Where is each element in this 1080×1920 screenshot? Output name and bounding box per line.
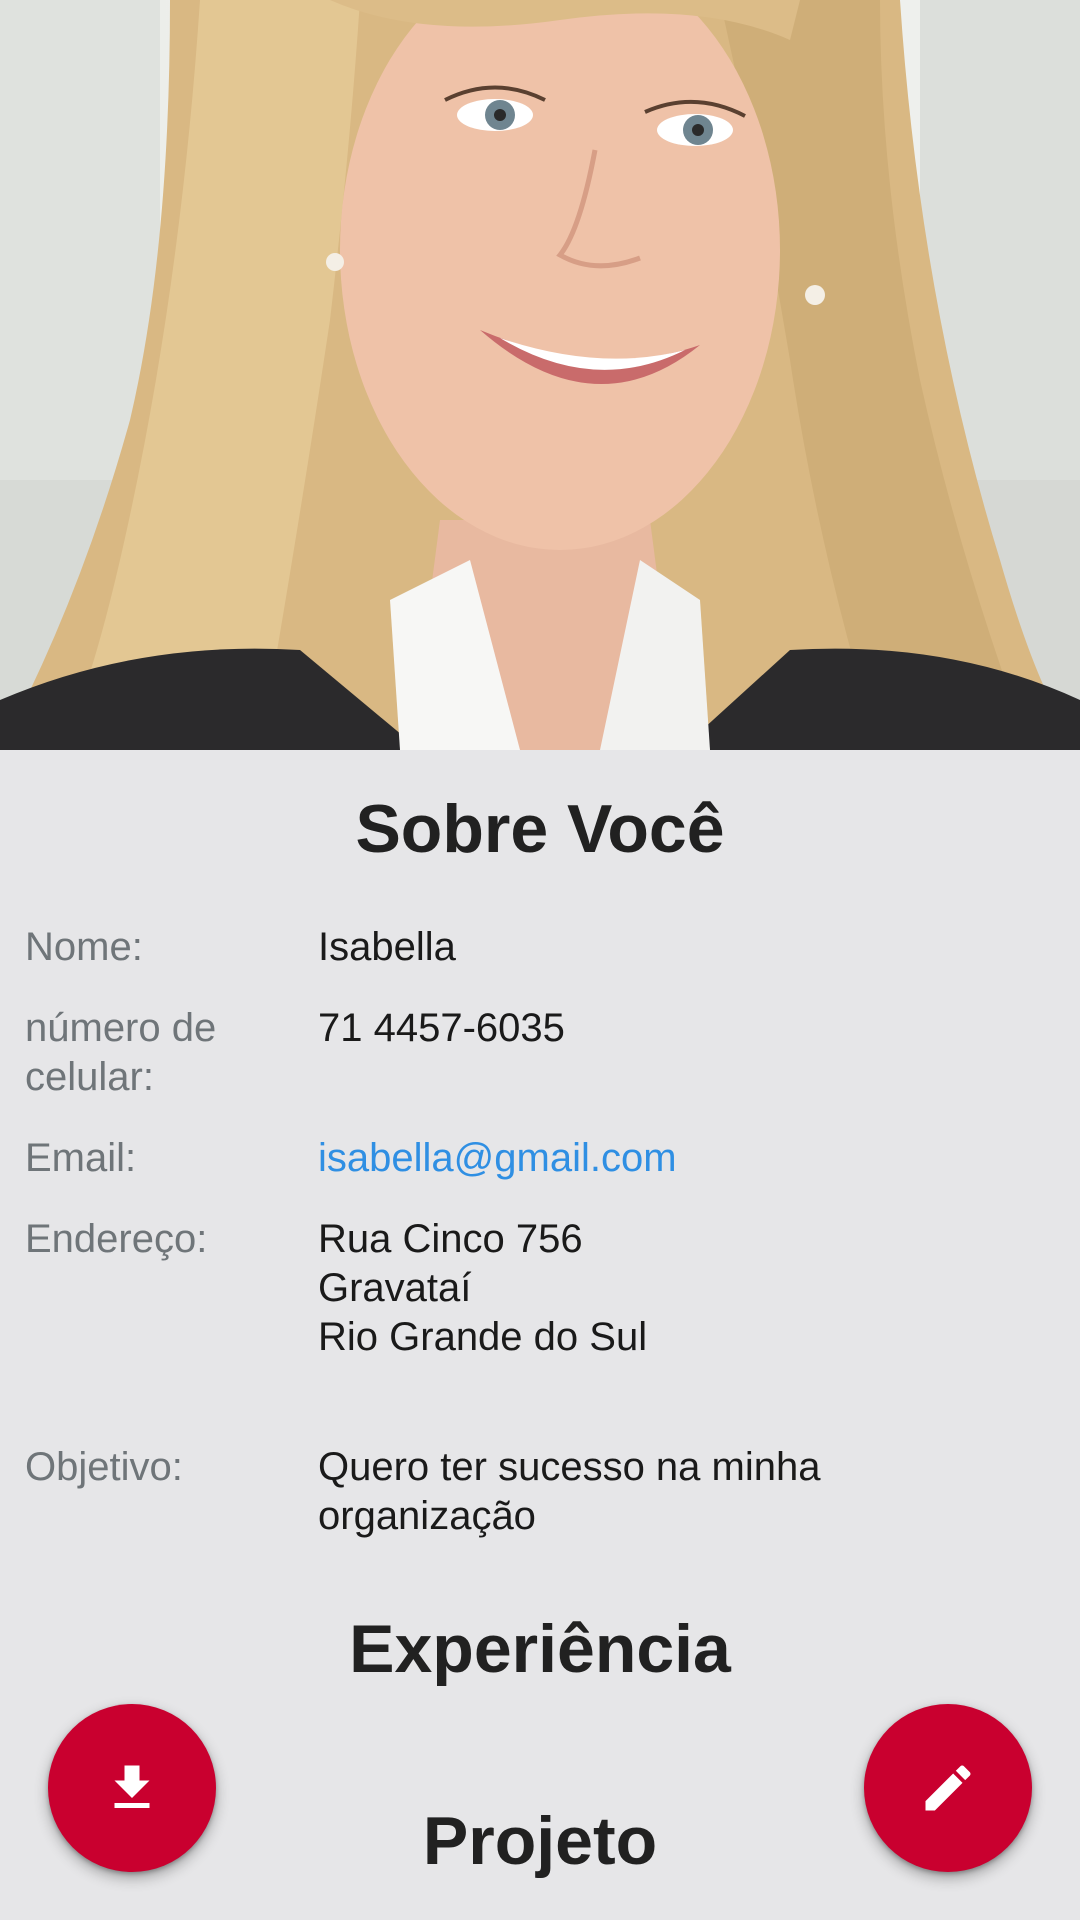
- download-icon: [114, 1765, 150, 1808]
- experience-title: Experiência: [349, 1611, 731, 1687]
- field-label: Nome:: [25, 925, 143, 969]
- about-title: Sobre Você: [355, 791, 725, 867]
- objective-value: Quero ter sucesso na minha organização: [318, 1445, 821, 1538]
- profile-photo: [0, 0, 1080, 750]
- download-button[interactable]: [48, 1704, 216, 1872]
- edit-icon: [925, 1765, 971, 1811]
- field-label: Objetivo:: [25, 1445, 183, 1489]
- field-label: Email:: [25, 1136, 137, 1180]
- phone-value[interactable]: 71 4457-6035: [318, 1004, 1018, 1053]
- edit-button[interactable]: [864, 1704, 1032, 1872]
- resume-screen: Sobre Você Nome: Isabella número de celu…: [0, 0, 1080, 1920]
- field-label: Endereço:: [25, 1217, 208, 1261]
- field-label: número de celular:: [25, 1006, 217, 1099]
- email-link[interactable]: isabella@gmail.com: [318, 1134, 1018, 1183]
- address-value: Rua Cinco 756 Gravataí Rio Grande do Sul: [318, 1217, 648, 1359]
- name-value: Isabella: [318, 925, 456, 969]
